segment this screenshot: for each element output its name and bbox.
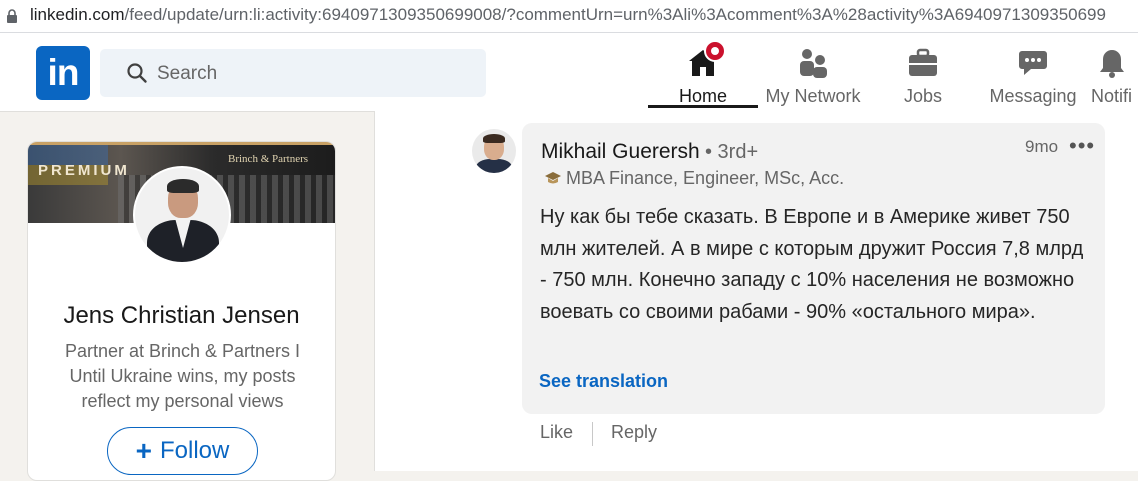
see-translation-link[interactable]: See translation	[539, 371, 668, 392]
bell-icon	[1100, 50, 1124, 78]
nav-notifications[interactable]: Notifi	[1088, 40, 1138, 110]
commenter-headline: MBA Finance, Engineer, MSc, Acc.	[544, 168, 844, 189]
notification-badge	[704, 40, 726, 62]
briefcase-icon	[909, 48, 937, 76]
connection-degree: • 3rd+	[705, 141, 759, 163]
network-icon	[800, 49, 827, 78]
browser-url-bar[interactable]: linkedin.com/feed/update/urn:li:activity…	[0, 0, 1138, 33]
nav-my-network[interactable]: My Network	[758, 40, 868, 110]
commenter-headline-text: MBA Finance, Engineer, MSc, Acc.	[566, 168, 845, 188]
search-input[interactable]	[155, 59, 469, 89]
comment-time: 9mo	[1025, 137, 1059, 156]
commenter-avatar[interactable]	[472, 129, 516, 173]
commenter-name[interactable]: Mikhail Guerersh	[541, 140, 700, 164]
nav-notifications-label: Notifi	[1091, 86, 1133, 106]
more-options-button[interactable]: •••	[1069, 133, 1095, 159]
profile-card: PREMIUM Brinch & Partners Jens Christian…	[27, 141, 336, 481]
follow-label: Follow	[160, 437, 230, 464]
avatar-hair	[167, 179, 199, 193]
url-text[interactable]: linkedin.com/feed/update/urn:li:activity…	[30, 5, 1106, 25]
messaging-icon	[1019, 51, 1047, 75]
graduation-cap-icon	[545, 172, 561, 184]
url-path: /feed/update/urn:li:activity:69409713093…	[124, 5, 1106, 24]
follow-button[interactable]: + Follow	[107, 427, 258, 475]
nav-jobs-label: Jobs	[903, 86, 943, 106]
profile-headline: Partner at Brinch & Partners I Until Ukr…	[64, 341, 301, 411]
commenter-avatar-suit	[476, 159, 512, 173]
nav-messaging[interactable]: Messaging	[978, 40, 1088, 110]
nav-home-label: Home	[678, 86, 727, 106]
profile-name[interactable]: Jens Christian Jensen	[28, 302, 335, 330]
banner-brand: Brinch & Partners	[228, 153, 309, 165]
lock-icon	[7, 9, 17, 23]
url-host: linkedin.com	[30, 5, 125, 24]
like-button[interactable]: Like	[540, 422, 573, 443]
linkedin-logo[interactable]: in	[36, 46, 90, 100]
comment-panel: Mikhail Guerersh • 3rd+ 9mo ••• MBA Fina…	[374, 111, 1138, 471]
premium-tag: PREMIUM	[38, 162, 130, 179]
nav-messaging-label: Messaging	[989, 86, 1077, 106]
home-active-indicator	[648, 105, 758, 108]
comment-text: Ну как бы тебе сказать. В Европе и в Аме…	[540, 206, 1084, 323]
plus-icon: +	[135, 435, 152, 466]
search-icon	[127, 63, 147, 83]
nav-my-network-label: My Network	[765, 86, 861, 106]
nav-jobs[interactable]: Jobs	[868, 40, 978, 110]
top-nav: in Home My Network Jobs M	[0, 33, 1138, 112]
comment-bubble: Mikhail Guerersh • 3rd+ 9mo ••• MBA Fina…	[522, 123, 1105, 414]
commenter-avatar-hair	[483, 134, 505, 143]
reply-button[interactable]: Reply	[611, 422, 657, 443]
search-box[interactable]	[100, 49, 486, 97]
profile-avatar[interactable]	[133, 166, 231, 264]
action-separator	[592, 422, 593, 446]
nav-home[interactable]: Home	[648, 40, 758, 110]
